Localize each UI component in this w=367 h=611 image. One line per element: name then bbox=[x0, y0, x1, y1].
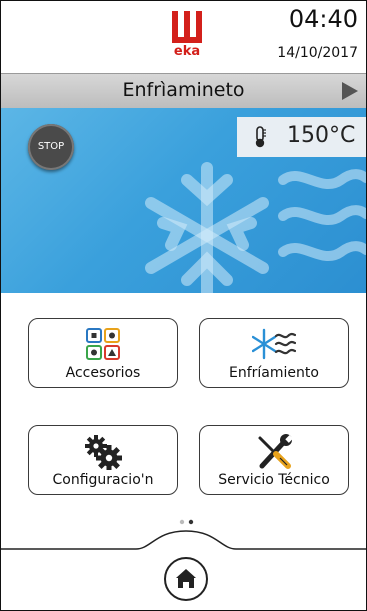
enfriamiento-label: Enfríamiento bbox=[229, 365, 319, 381]
status-panel: STOP 150°C bbox=[1, 108, 366, 293]
clock-date: 14/10/2017 bbox=[277, 45, 358, 61]
accesorios-button[interactable]: Accesorios bbox=[28, 318, 178, 388]
servicio-tecnico-button[interactable]: Servicio Técnico bbox=[199, 425, 349, 495]
accessories-grid-icon bbox=[86, 328, 120, 360]
brand-name: eka bbox=[173, 44, 201, 59]
accesorios-label: Accesorios bbox=[65, 365, 141, 381]
configuracion-button[interactable]: Configuracio'n bbox=[28, 425, 178, 495]
header: eka 04:40 14/10/2017 bbox=[1, 1, 366, 71]
enfriamiento-button[interactable]: Enfríamiento bbox=[199, 318, 349, 388]
snowflake-wind-icon bbox=[252, 328, 296, 360]
gears-icon bbox=[85, 435, 122, 470]
mode-title: Enfrìamineto bbox=[122, 79, 245, 101]
temperature-value: 150°C bbox=[287, 123, 356, 148]
servicio-tecnico-label: Servicio Técnico bbox=[218, 472, 330, 488]
home-icon bbox=[176, 569, 196, 588]
thermometer-icon bbox=[255, 126, 266, 148]
mode-bar[interactable]: Enfrìamineto bbox=[1, 73, 366, 109]
wrench-screwdriver-icon bbox=[258, 434, 294, 469]
temperature-display: 150°C bbox=[237, 117, 366, 157]
play-triangle-icon[interactable] bbox=[342, 82, 358, 100]
stop-button[interactable]: STOP bbox=[28, 124, 74, 170]
home-button[interactable] bbox=[164, 557, 208, 601]
page-indicator bbox=[179, 519, 194, 525]
device-screen: eka 04:40 14/10/2017 Enfrìamineto STOP 1… bbox=[0, 0, 367, 611]
configuracion-label: Configuracio'n bbox=[52, 472, 154, 488]
clock-time: 04:40 bbox=[288, 5, 358, 33]
